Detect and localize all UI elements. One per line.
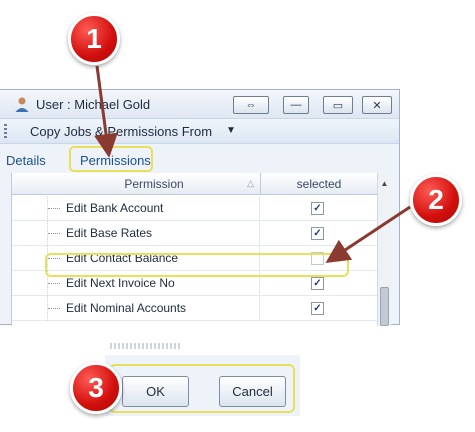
callout-1: 1 (68, 13, 120, 65)
selected-checkbox[interactable]: ✓ (311, 277, 324, 290)
permission-label: Edit Bank Account (66, 201, 164, 215)
user-icon (15, 97, 29, 112)
cell-divider (259, 221, 260, 246)
permission-label: Edit Nominal Accounts (66, 301, 187, 315)
close-icon: ✕ (372, 99, 382, 112)
cell-divider (259, 196, 260, 221)
scroll-up-icon[interactable]: ▲ (378, 174, 391, 194)
table-row[interactable]: Edit Bank Account ✓ (12, 196, 378, 221)
permission-label: Edit Next Invoice No (66, 276, 175, 290)
row-indent (12, 271, 48, 296)
tab-details[interactable]: Details (6, 153, 46, 168)
cancel-button[interactable]: Cancel (219, 376, 286, 407)
ok-button[interactable]: OK (122, 376, 189, 407)
resize-icon: ⇔ (245, 99, 257, 111)
resize-button[interactable]: ⇔ (233, 96, 269, 114)
selected-checkbox[interactable]: ✓ (311, 302, 324, 315)
minimize-button[interactable]: — (283, 96, 309, 114)
minimize-icon: — (290, 99, 302, 111)
cell-divider (259, 296, 260, 321)
tree-line (48, 283, 60, 284)
dropdown-caret-icon[interactable]: ▼ (226, 125, 236, 136)
selected-checkbox[interactable]: ✓ (311, 202, 324, 215)
row-indent (12, 246, 48, 271)
window-title: User : Michael Gold (36, 97, 151, 112)
table-row[interactable]: Edit Nominal Accounts ✓ (12, 296, 378, 321)
maximize-icon: ▭ (332, 99, 344, 112)
callout-2: 2 (410, 174, 462, 226)
copy-jobs-menu[interactable]: Copy Jobs & Permissions From (30, 124, 212, 139)
maximize-button[interactable]: ▭ (323, 96, 353, 114)
row-header-corner (12, 173, 48, 195)
user-window: User : Michael Gold ⇔ — ▭ ✕ Copy Jobs & … (0, 89, 400, 326)
title-bar: User : Michael Gold ⇔ — ▭ ✕ (0, 90, 399, 118)
tree-line (48, 233, 60, 234)
sort-icon: △ (247, 178, 254, 188)
permissions-grid: Permission △ selected Edit Bank Account ✓… (11, 173, 391, 326)
permission-label: Edit Base Rates (66, 226, 153, 240)
tree-line (48, 208, 60, 209)
tree-line (48, 308, 60, 309)
tab-strip: Details Permissions (0, 145, 399, 173)
toolbar-grip-icon (4, 124, 7, 138)
permissions-tab-highlight (69, 146, 153, 172)
column-header-permission[interactable]: Permission △ (48, 173, 260, 195)
column-header-selected[interactable]: selected (260, 173, 377, 195)
clipped-content (110, 343, 180, 349)
scroll-thumb[interactable] (380, 287, 389, 326)
toolbar: Copy Jobs & Permissions From ▼ (0, 118, 399, 144)
selected-checkbox[interactable]: ✓ (311, 227, 324, 240)
row-indent (12, 296, 48, 321)
vertical-scrollbar[interactable]: ▲ (377, 173, 391, 326)
row-indent (12, 221, 48, 246)
callout-3: 3 (70, 362, 122, 414)
close-button[interactable]: ✕ (362, 96, 392, 114)
contact-balance-highlight (45, 253, 349, 277)
row-indent (12, 196, 48, 221)
table-row[interactable]: Edit Base Rates ✓ (12, 221, 378, 246)
